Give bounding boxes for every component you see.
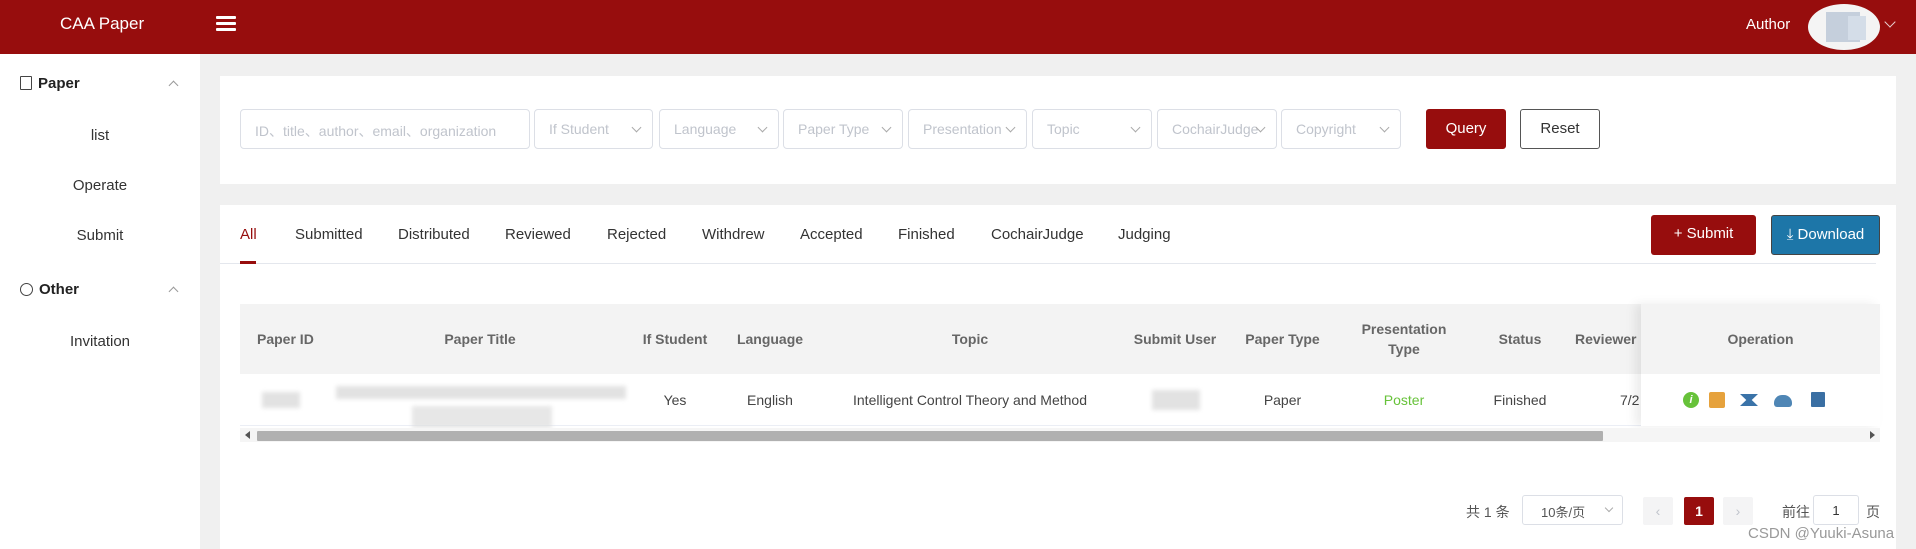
sidebar-item-submit[interactable]: Submit xyxy=(0,227,200,244)
query-button[interactable]: Query xyxy=(1426,109,1506,149)
filter-cochair-judge[interactable]: CochairJudge xyxy=(1157,109,1277,149)
tab-divider xyxy=(220,263,1876,264)
filter-topic[interactable]: Topic xyxy=(1032,109,1152,149)
redacted-paper-title xyxy=(336,386,626,399)
column-header: Status xyxy=(1498,331,1542,347)
column-header: If Student xyxy=(642,331,708,347)
chevron-down-icon xyxy=(881,122,892,133)
column-header: Paper Type xyxy=(1245,331,1320,347)
tab-cochair-judge[interactable]: CochairJudge xyxy=(991,226,1084,243)
smile-icon xyxy=(20,283,33,296)
tab-judging[interactable]: Judging xyxy=(1118,226,1171,243)
submit-button[interactable]: + Submit xyxy=(1651,215,1756,255)
column-header: Reviewer xyxy=(1575,331,1637,347)
select-placeholder: Paper Type xyxy=(798,121,870,137)
cell-if-student: Yes xyxy=(663,392,687,408)
goto-label: 前往 xyxy=(1782,504,1810,520)
cell-presentation-type: Poster xyxy=(1383,392,1425,408)
chevron-down-icon xyxy=(1379,122,1390,133)
tab-distributed[interactable]: Distributed xyxy=(398,226,470,243)
scroll-left-icon[interactable] xyxy=(245,431,250,439)
select-placeholder: If Student xyxy=(549,121,609,137)
brand-title[interactable]: CAA Paper xyxy=(60,14,144,34)
cell-status: Finished xyxy=(1493,392,1547,408)
goto-suffix: 页 xyxy=(1866,504,1880,520)
chevron-down-icon[interactable] xyxy=(1884,16,1896,28)
prev-page-button[interactable]: ‹ xyxy=(1643,497,1673,525)
column-header: Paper ID xyxy=(257,331,314,347)
next-page-button[interactable]: › xyxy=(1723,497,1753,525)
cell-language: English xyxy=(747,392,793,408)
tab-rejected[interactable]: Rejected xyxy=(607,226,666,243)
chevron-down-icon xyxy=(757,122,768,133)
filter-presentation[interactable]: Presentation xyxy=(908,109,1027,149)
column-header: Presentation Type xyxy=(1361,321,1447,357)
sidebar-group-paper[interactable]: Paper xyxy=(20,75,80,92)
chevron-down-icon xyxy=(1005,122,1016,133)
tab-accepted[interactable]: Accepted xyxy=(800,226,863,243)
filter-if-student[interactable]: If Student xyxy=(534,109,653,149)
tab-all[interactable]: All xyxy=(240,226,257,243)
cloud-upload-icon[interactable] xyxy=(1774,395,1792,407)
document-icon xyxy=(20,76,32,90)
chevron-down-icon xyxy=(631,122,642,133)
column-header: Submit User xyxy=(1133,331,1217,347)
tab-submitted[interactable]: Submitted xyxy=(295,226,363,243)
tab-withdrew[interactable]: Withdrew xyxy=(702,226,765,243)
page-number-current[interactable]: 1 xyxy=(1684,497,1714,525)
reset-button[interactable]: Reset xyxy=(1520,109,1600,149)
chevron-down-icon xyxy=(1604,503,1614,513)
sidebar-item-operate[interactable]: Operate xyxy=(0,177,200,194)
sidebar-group-label: Paper xyxy=(38,75,80,92)
select-placeholder: CochairJudge xyxy=(1172,121,1259,137)
tab-reviewed[interactable]: Reviewed xyxy=(505,226,571,243)
sidebar-item-list[interactable]: list xyxy=(0,127,200,144)
redacted-paper-id xyxy=(262,392,300,408)
select-placeholder: Copyright xyxy=(1296,121,1356,137)
page-size-value: 10条/页 xyxy=(1541,505,1586,520)
scrollbar-thumb[interactable] xyxy=(257,431,1603,441)
goto-page-input[interactable] xyxy=(1813,495,1859,525)
top-header: CAA Paper Author xyxy=(0,0,1916,54)
clipboard-icon[interactable] xyxy=(1709,392,1725,408)
info-icon[interactable]: i xyxy=(1683,392,1699,408)
redacted-paper-title xyxy=(412,406,552,428)
search-input[interactable]: ID、title、author、email、organization xyxy=(240,109,530,149)
operation-column: Operation xyxy=(1641,304,1880,426)
column-header: Topic xyxy=(951,331,989,347)
filter-language[interactable]: Language xyxy=(659,109,779,149)
plus-icon: + xyxy=(1673,225,1687,242)
sidebar-group-label: Other xyxy=(39,281,80,298)
total-count: 共 1 条 xyxy=(1466,504,1510,520)
tab-finished[interactable]: Finished xyxy=(898,226,955,243)
download-button[interactable]: ⤓ Download xyxy=(1771,215,1880,255)
author-label: Author xyxy=(1746,16,1791,33)
filter-copyright[interactable]: Copyright xyxy=(1281,109,1401,149)
column-header: Operation xyxy=(1641,304,1880,374)
select-placeholder: Language xyxy=(674,121,737,137)
download-label: Download xyxy=(1797,226,1865,243)
chevron-down-icon xyxy=(1130,122,1141,133)
column-header: Paper Title xyxy=(444,331,516,347)
page-size-select[interactable]: 10条/页 xyxy=(1522,495,1623,525)
sidebar-group-other[interactable]: Other xyxy=(20,281,79,298)
column-header: Language xyxy=(736,331,804,347)
scroll-right-icon[interactable] xyxy=(1870,431,1875,439)
select-placeholder: Presentation xyxy=(923,121,1002,137)
redacted-submit-user xyxy=(1152,390,1200,410)
menu-toggle-icon[interactable] xyxy=(216,16,236,34)
book-icon[interactable] xyxy=(1811,392,1825,407)
sidebar-item-invitation[interactable]: Invitation xyxy=(0,333,200,350)
active-tab-indicator xyxy=(240,261,256,264)
select-placeholder: Topic xyxy=(1047,121,1080,137)
filter-paper-type[interactable]: Paper Type xyxy=(783,109,903,149)
cell-topic: Intelligent Control Theory and Method xyxy=(853,392,1087,408)
download-icon: ⤓ xyxy=(1786,226,1798,243)
submit-label: Submit xyxy=(1686,225,1734,242)
avatar[interactable] xyxy=(1808,4,1880,50)
cell-paper-type: Paper xyxy=(1263,392,1302,408)
watermark: CSDN @Yuuki-Asuna xyxy=(1748,525,1895,542)
